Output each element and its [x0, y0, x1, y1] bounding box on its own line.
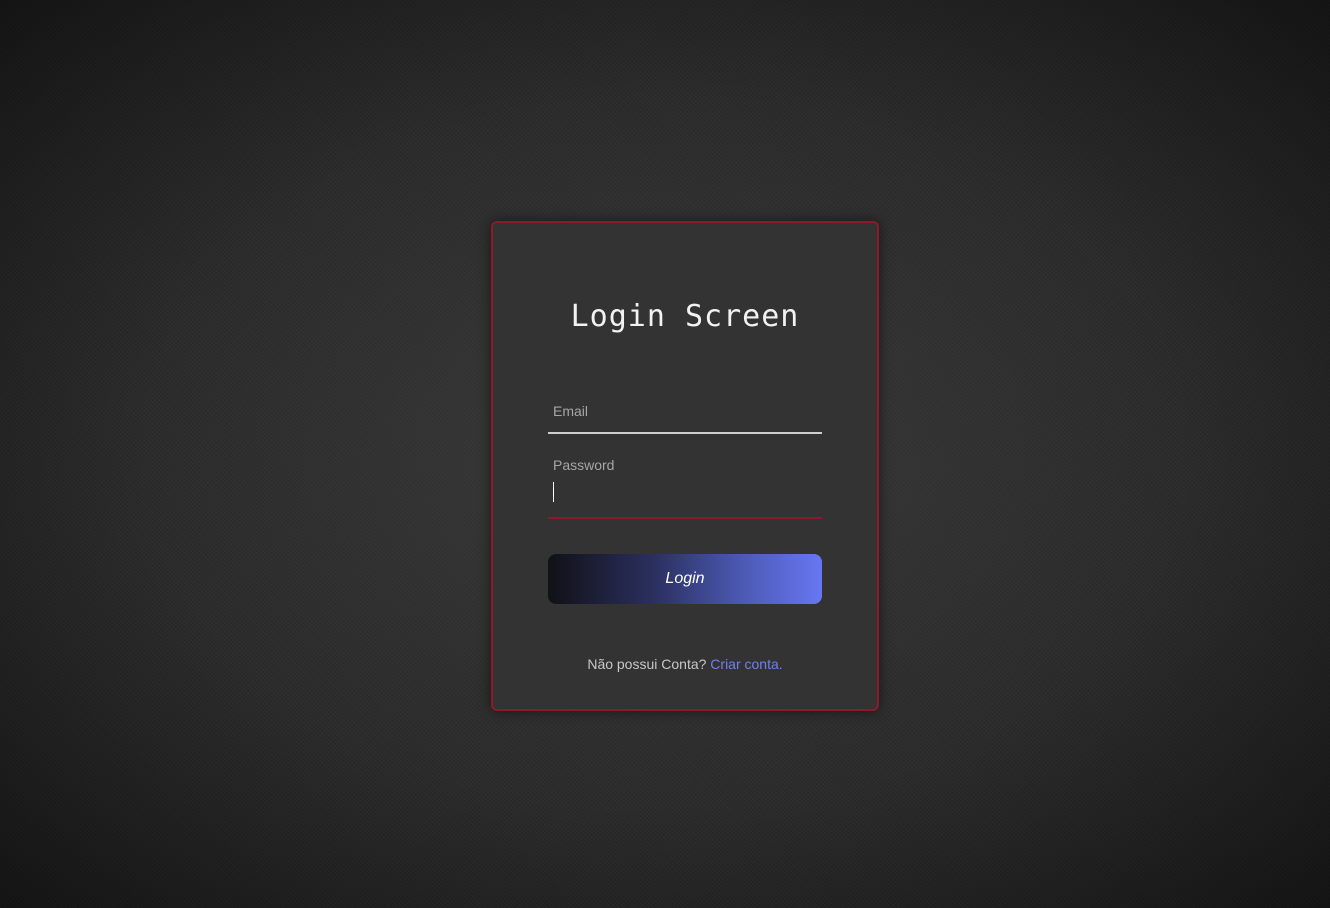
page-title: Login Screen	[570, 299, 800, 334]
login-button[interactable]: Login	[548, 554, 822, 604]
email-input[interactable]	[548, 398, 822, 426]
password-label: Password	[553, 457, 615, 473]
create-account-link[interactable]: Criar conta.	[710, 656, 782, 672]
login-card: Login Screen Email Password Login Não po…	[491, 221, 879, 711]
signup-prompt: Não possui Conta? Criar conta.	[493, 656, 877, 672]
signup-prompt-text: Não possui Conta?	[587, 656, 707, 672]
email-field[interactable]: Email	[548, 391, 822, 434]
text-cursor	[553, 482, 554, 502]
password-input[interactable]	[548, 483, 822, 511]
password-field[interactable]: Password	[548, 445, 822, 519]
